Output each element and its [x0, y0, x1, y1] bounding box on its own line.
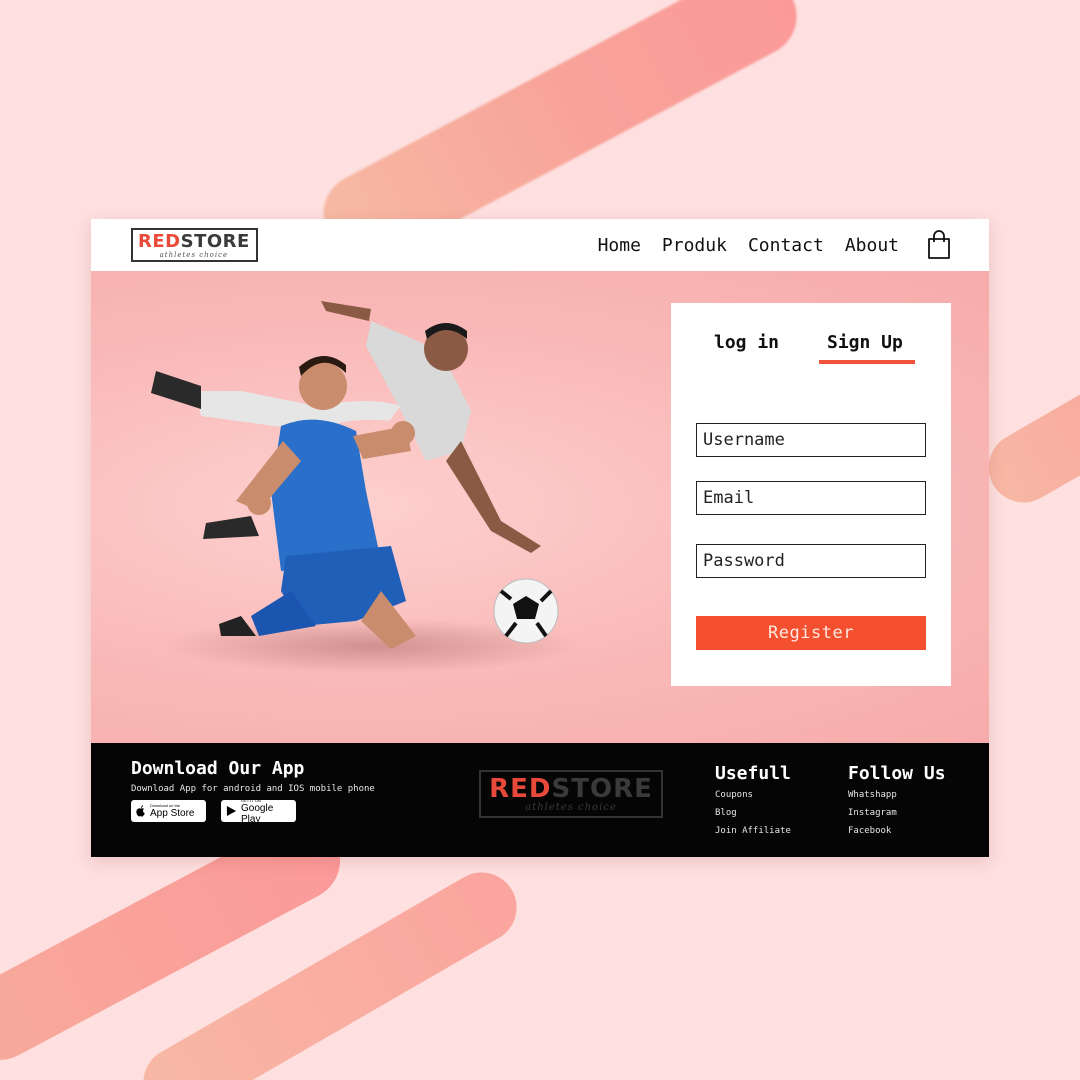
link-blog[interactable]: Blog [715, 804, 791, 822]
follow-title: Follow Us [848, 763, 946, 784]
auth-tabs: log in Sign Up [671, 332, 951, 372]
football-players-image [151, 301, 581, 674]
useful-links: Usefull Coupons Blog Join Affiliate [715, 763, 791, 840]
hero-section: log in Sign Up Register [91, 271, 989, 743]
site-header: REDSTORE athletes choice Home Produk Con… [91, 219, 989, 271]
logo-tagline: athletes choice [159, 250, 229, 259]
download-title: Download Our App [131, 758, 305, 779]
website-mockup: REDSTORE athletes choice Home Produk Con… [91, 219, 989, 857]
google-play-icon [226, 805, 237, 817]
password-input[interactable] [696, 544, 926, 578]
app-store-badge[interactable]: Download on the App Store [131, 800, 206, 822]
useful-title: Usefull [715, 763, 791, 784]
site-footer: Download Our App Download App for androi… [91, 743, 989, 857]
background-brush-stroke [975, 354, 1080, 516]
tab-signup[interactable]: Sign Up [827, 332, 903, 353]
follow-links: Follow Us Whatshapp Instagram Facebook [848, 763, 946, 840]
nav-home[interactable]: Home [598, 235, 641, 256]
auth-panel: log in Sign Up Register [671, 303, 951, 686]
google-play-badge[interactable]: GET IT ON Google Play [221, 798, 296, 825]
link-instagram[interactable]: Instagram [848, 804, 946, 822]
footer-logo[interactable]: REDSTORE athletes choice [479, 770, 663, 818]
tab-login[interactable]: log in [714, 332, 779, 353]
logo-red-text: RED [138, 230, 181, 252]
nav-about[interactable]: About [845, 235, 899, 256]
active-tab-indicator [819, 360, 915, 364]
logo-dark-text: STORE [180, 230, 250, 252]
redstore-logo[interactable]: REDSTORE athletes choice [131, 228, 258, 262]
download-subtitle: Download App for android and IOS mobile … [131, 784, 375, 794]
email-input[interactable] [696, 481, 926, 515]
link-join-affiliate[interactable]: Join Affiliate [715, 822, 791, 840]
link-coupons[interactable]: Coupons [715, 786, 791, 804]
link-whatsapp[interactable]: Whatshapp [848, 786, 946, 804]
nav-contact[interactable]: Contact [748, 235, 824, 256]
register-button[interactable]: Register [696, 616, 926, 650]
shopping-bag-icon[interactable] [927, 230, 951, 260]
main-nav: Home Produk Contact About [577, 230, 951, 260]
username-input[interactable] [696, 423, 926, 457]
apple-icon [136, 805, 145, 817]
nav-produk[interactable]: Produk [662, 235, 727, 256]
link-facebook[interactable]: Facebook [848, 822, 946, 840]
